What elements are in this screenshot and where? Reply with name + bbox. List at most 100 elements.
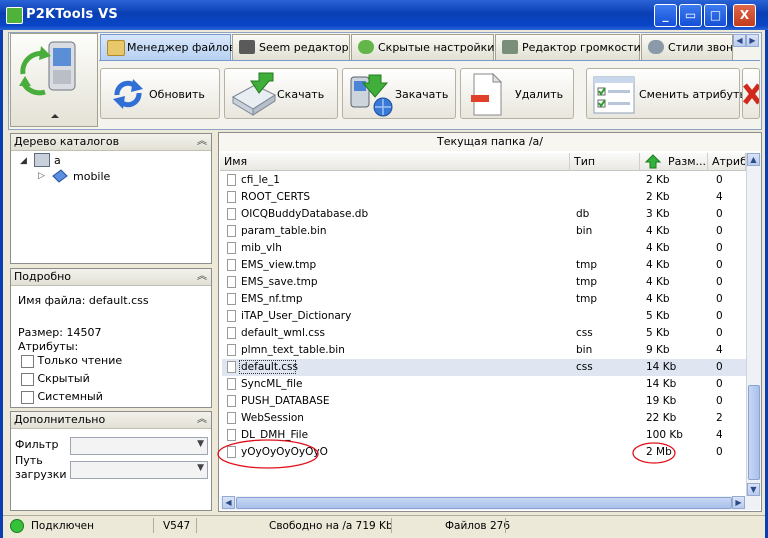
file-row[interactable]: PUSH_DATABASE 19 Kb 0	[222, 393, 746, 410]
app-menu-button[interactable]	[10, 33, 98, 127]
column-size[interactable]: Разм...	[640, 153, 708, 171]
file-size: 19 Kb	[646, 395, 677, 407]
system-checkbox[interactable]	[21, 390, 34, 404]
file-name: PUSH_DATABASE	[241, 395, 330, 407]
scroll-up-button[interactable]: ▲	[747, 153, 760, 166]
file-row[interactable]: cfi_le_1 2 Kb 0	[222, 172, 746, 189]
file-row[interactable]: param_table.bin bin 4 Kb 0	[222, 223, 746, 240]
tree-node-mobile[interactable]: mobile	[73, 170, 110, 183]
file-row[interactable]: WebSession 22 Kb 2	[222, 410, 746, 427]
upload-icon	[350, 74, 393, 117]
tab-file-manager[interactable]: Менеджер файлов	[100, 34, 236, 60]
file-row[interactable]: plmn_text_table.bin bin 9 Kb 4	[222, 342, 746, 359]
file-row[interactable]: default_wml.css css 5 Kb 0	[222, 325, 746, 342]
file-icon	[227, 259, 236, 271]
path-label: Путь	[15, 454, 43, 467]
download-path-combo[interactable]: ▼	[70, 461, 208, 479]
refresh-button[interactable]: Обновить	[100, 68, 220, 119]
file-row[interactable]: SyncML_file 14 Kb 0	[222, 376, 746, 393]
upload-button[interactable]: Закачать	[342, 68, 456, 119]
tree-node-a[interactable]: a	[54, 154, 61, 167]
filter-label: Фильтр	[15, 438, 59, 451]
column-type[interactable]: Тип	[570, 153, 640, 171]
file-name: OICQBuddyDatabase.db	[241, 208, 369, 220]
change-attributes-button[interactable]: Сменить атрибуты	[586, 68, 748, 119]
tab-volume-editor[interactable]: Редактор громкости	[495, 34, 641, 60]
scroll-thumb[interactable]	[748, 385, 760, 480]
filter-combo[interactable]: ▼	[70, 437, 208, 455]
file-name: plmn_text_table.bin	[241, 344, 345, 356]
file-row[interactable]: default.css css 14 Kb 0	[222, 359, 746, 376]
file-icon	[227, 344, 236, 356]
readonly-checkbox-row[interactable]: Только чтение	[21, 354, 122, 368]
file-icon	[227, 276, 236, 288]
file-row[interactable]: EMS_save.tmp tmp 4 Kb 0	[222, 274, 746, 291]
file-count: Файлов 276	[445, 520, 510, 532]
collapse-icon[interactable]: ︽	[197, 269, 207, 285]
more-button[interactable]	[742, 68, 760, 119]
tree-expander-icon[interactable]: ◢	[20, 156, 27, 166]
tab-label: Стили звонка	[668, 41, 733, 54]
column-attr[interactable]: Атриб	[708, 153, 746, 171]
file-attr: 0	[716, 327, 723, 339]
close-button[interactable]: X	[733, 4, 756, 27]
scroll-left-button[interactable]: ◀	[222, 496, 235, 509]
file-icon	[227, 378, 236, 390]
system-checkbox-row[interactable]: Системный	[21, 390, 103, 404]
tree-expander-icon[interactable]: ▷	[38, 171, 45, 181]
file-type: tmp	[576, 259, 598, 271]
file-type: css	[576, 361, 593, 373]
file-row[interactable]: OICQBuddyDatabase.db db 3 Kb 0	[222, 206, 746, 223]
file-name: mib_vlh	[241, 242, 282, 254]
attributes-label: Атрибуты:	[18, 340, 79, 353]
file-attr: 0	[716, 378, 723, 390]
file-type: tmp	[576, 276, 598, 288]
equalizer-icon	[502, 40, 518, 54]
tab-seem-editor[interactable]: Seem редактор	[232, 34, 350, 60]
hidden-checkbox-row[interactable]: Скрытый	[21, 372, 90, 386]
hidden-checkbox[interactable]	[21, 372, 34, 386]
file-icon	[227, 208, 236, 220]
tab-ring-styles[interactable]: Стили звонка	[641, 34, 733, 60]
file-attr: 0	[716, 276, 723, 288]
download-button[interactable]: Скачать	[224, 68, 338, 119]
tab-label: Менеджер файлов	[127, 41, 236, 54]
download-icon	[231, 72, 277, 116]
app-icon	[6, 7, 23, 24]
collapse-icon[interactable]: ︽	[197, 134, 207, 150]
vertical-scrollbar[interactable]: ▲ ▼	[746, 153, 761, 496]
file-attr: 0	[716, 259, 723, 271]
column-name[interactable]: Имя	[220, 153, 570, 171]
system-label: Системный	[37, 390, 103, 403]
maximize-button[interactable]: □	[704, 4, 727, 27]
sort-up-icon	[645, 154, 661, 169]
file-size: 14 Kb	[646, 361, 677, 373]
size-label: Размер: 14507	[18, 326, 102, 339]
file-size: 3 Kb	[646, 208, 670, 220]
file-row[interactable]: mib_vlh 4 Kb 0	[222, 240, 746, 257]
tab-scroll-right[interactable]: ▶	[746, 34, 759, 47]
file-row[interactable]: EMS_nf.tmp tmp 4 Kb 0	[222, 291, 746, 308]
file-size: 4 Kb	[646, 225, 670, 237]
file-row[interactable]: ROOT_CERTS 2 Kb 4	[222, 189, 746, 206]
file-type: db	[576, 208, 590, 220]
hscroll-thumb[interactable]	[236, 497, 732, 509]
delete-button[interactable]: Удалить	[460, 68, 574, 119]
file-row[interactable]: iTAP_User_Dictionary 5 Kb 0	[222, 308, 746, 325]
phone-sync-icon	[19, 41, 76, 118]
collapse-icon[interactable]: ︽	[197, 412, 207, 428]
file-attr: 0	[716, 242, 723, 254]
scroll-right-button[interactable]: ▶	[732, 496, 745, 509]
scroll-down-button[interactable]: ▼	[747, 483, 760, 496]
file-name: EMS_nf.tmp	[241, 293, 303, 305]
readonly-checkbox[interactable]	[21, 354, 34, 368]
minimize-button[interactable]: _	[654, 4, 677, 27]
chevron-down-icon: ▼	[197, 463, 204, 473]
tab-hidden-settings[interactable]: Скрытые настройки	[351, 34, 494, 60]
horizontal-scrollbar[interactable]: ◀ ▶	[220, 496, 760, 510]
tab-scroll-left[interactable]: ◀	[733, 34, 746, 47]
file-row[interactable]: EMS_view.tmp tmp 4 Kb 0	[222, 257, 746, 274]
file-size: 9 Kb	[646, 344, 670, 356]
restore-button[interactable]: ▭	[679, 4, 702, 27]
file-size: 2 Kb	[646, 191, 670, 203]
